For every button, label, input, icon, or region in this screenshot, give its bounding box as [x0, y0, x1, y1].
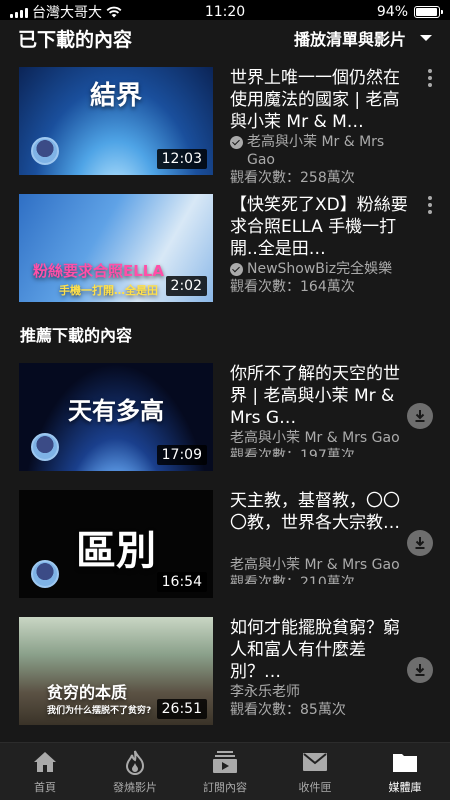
video-thumbnail[interactable]: 結界 12:03 — [19, 67, 213, 175]
verified-icon — [230, 263, 243, 276]
download-button[interactable] — [407, 657, 433, 683]
channel-logo — [31, 560, 59, 588]
video-info: 如何才能擺脫貧窮？窮人和富人有什麼差別？… 李永乐老师 觀看次數：85萬次 — [230, 617, 433, 727]
channel-name: 老高與小茉 Mr & Mrs Gao — [247, 134, 385, 168]
verified-icon — [230, 136, 243, 149]
thumbnail-text: 天有多高 — [68, 397, 164, 425]
video-channel: 老高與小茉 Mr & Mrs Gao — [230, 429, 413, 447]
battery-icon — [414, 6, 443, 18]
page-title: 已下載的內容 — [18, 28, 133, 51]
inbox-icon — [301, 749, 329, 775]
nav-subscriptions-label: 訂閱內容 — [203, 780, 247, 794]
video-views: 觀看次數：258萬次 — [230, 170, 355, 186]
library-icon — [391, 749, 419, 775]
video-title[interactable]: 如何才能擺脫貧窮？窮人和富人有什麼差別？… — [230, 617, 413, 683]
channel-logo — [31, 137, 59, 165]
signal-icon — [10, 6, 28, 18]
video-channel: NewShowBiz完全娛樂 — [230, 260, 413, 278]
video-thumbnail[interactable]: 天有多高 17:09 — [19, 363, 213, 471]
status-right: 94% — [290, 4, 443, 20]
video-views: 觀看次數：85萬次 — [230, 702, 346, 718]
video-channel: 老高與小茉 Mr & Mrs Gao — [230, 556, 413, 574]
video-item[interactable]: 粉絲要求合照ELLA 手機一打開…全是田 2:02 【快笑死了XD】粉絲要求合照… — [19, 194, 433, 304]
video-duration: 2:02 — [165, 276, 207, 296]
nav-home[interactable]: 首頁 — [0, 743, 90, 800]
download-icon — [415, 537, 425, 549]
nav-library-label: 媒體庫 — [388, 780, 422, 794]
page-header: 已下載的內容 播放清單與影片 — [0, 20, 450, 56]
home-icon — [31, 749, 59, 775]
nav-library[interactable]: 媒體庫 — [360, 743, 450, 800]
channel-name: NewShowBiz完全娛樂 — [247, 261, 393, 277]
video-thumbnail[interactable]: 粉絲要求合照ELLA 手機一打開…全是田 2:02 — [19, 194, 213, 302]
video-duration: 26:51 — [156, 699, 207, 719]
nav-inbox[interactable]: 收件匣 — [270, 743, 360, 800]
video-views: 觀看次數：164萬次 — [230, 279, 355, 295]
video-info: 你所不了解的天空的世界 | 老高與小茉 Mr & Mrs G… 老高與小茉 Mr… — [230, 363, 433, 473]
video-title[interactable]: 世界上唯一一個仍然在使用魔法的國家 | 老高與小茉 Mr & M… — [230, 67, 413, 133]
video-item[interactable]: 區別 16:54 天主教，基督教，〇〇〇教，世界各大宗教… 老高與小茉 Mr &… — [19, 490, 433, 600]
video-title[interactable]: 天主教，基督教，〇〇〇教，世界各大宗教… — [230, 490, 413, 556]
video-channel: 李永乐老师 — [230, 683, 413, 701]
download-button[interactable] — [407, 530, 433, 556]
video-item[interactable]: 結界 12:03 世界上唯一一個仍然在使用魔法的國家 | 老高與小茉 Mr & … — [19, 67, 433, 186]
nav-trending-label: 發燒影片 — [113, 780, 157, 794]
carrier-name: 台灣大哥大 — [32, 5, 102, 21]
channel-name: 李永乐老师 — [230, 684, 300, 700]
video-info: 天主教，基督教，〇〇〇教，世界各大宗教… 老高與小茉 Mr & Mrs Gao … — [230, 490, 433, 600]
chevron-down-icon — [420, 35, 432, 41]
channel-name: 老高與小茉 Mr & Mrs Gao — [230, 557, 400, 573]
video-info: 【快笑死了XD】粉絲要求合照ELLA 手機一打開..全是田… NewShowBi… — [230, 194, 433, 304]
status-time: 11:20 — [204, 4, 246, 20]
video-thumbnail[interactable]: 贫穷的本质 我们为什么摆脱不了贫穷? 26:51 — [19, 617, 213, 725]
flame-icon — [121, 749, 149, 775]
channel-name: 老高與小茉 Mr & Mrs Gao — [230, 430, 400, 446]
video-info: 世界上唯一一個仍然在使用魔法的國家 | 老高與小茉 Mr & M… 老高與小茉 … — [230, 67, 433, 186]
video-item[interactable]: 天有多高 17:09 你所不了解的天空的世界 | 老高與小茉 Mr & Mrs … — [19, 363, 433, 473]
video-thumbnail[interactable]: 區別 16:54 — [19, 490, 213, 598]
subscriptions-icon — [211, 749, 239, 775]
video-title[interactable]: 你所不了解的天空的世界 | 老高與小茉 Mr & Mrs G… — [230, 363, 413, 429]
battery-percent: 94% — [376, 4, 408, 20]
video-views: 觀看次數：197萬次 — [230, 448, 355, 457]
nav-subscriptions[interactable]: 訂閱內容 — [180, 743, 270, 800]
video-item[interactable]: 贫穷的本质 我们为什么摆脱不了贫穷? 26:51 如何才能擺脫貧窮？窮人和富人有… — [19, 617, 433, 727]
nav-trending[interactable]: 發燒影片 — [90, 743, 180, 800]
nav-home-label: 首頁 — [34, 780, 56, 794]
video-channel: 老高與小茉 Mr & Mrs Gao — [230, 133, 413, 169]
nav-inbox-label: 收件匣 — [298, 780, 332, 794]
wifi-icon — [106, 6, 122, 18]
bottom-nav: 首頁 發燒影片 訂閱內容 收件匣 媒體庫 — [0, 742, 450, 800]
video-duration: 17:09 — [156, 445, 207, 465]
status-left: 台灣大哥大 — [10, 2, 160, 22]
video-title[interactable]: 【快笑死了XD】粉絲要求合照ELLA 手機一打開..全是田… — [230, 194, 413, 260]
section-title-recommended: 推薦下載的內容 — [20, 326, 133, 345]
more-options-icon[interactable] — [427, 69, 433, 87]
video-duration: 12:03 — [156, 149, 207, 169]
video-views: 觀看次數：210萬次 — [230, 575, 355, 584]
video-duration: 16:54 — [156, 572, 207, 592]
thumbnail-text: 結界 — [89, 81, 142, 111]
more-options-icon[interactable] — [427, 196, 433, 214]
channel-logo — [31, 433, 59, 461]
download-icon — [415, 664, 425, 676]
download-button[interactable] — [407, 403, 433, 429]
sort-dropdown-label: 播放清單與影片 — [293, 30, 406, 49]
download-icon — [415, 410, 425, 422]
sort-dropdown[interactable]: 播放清單與影片 — [294, 26, 432, 50]
